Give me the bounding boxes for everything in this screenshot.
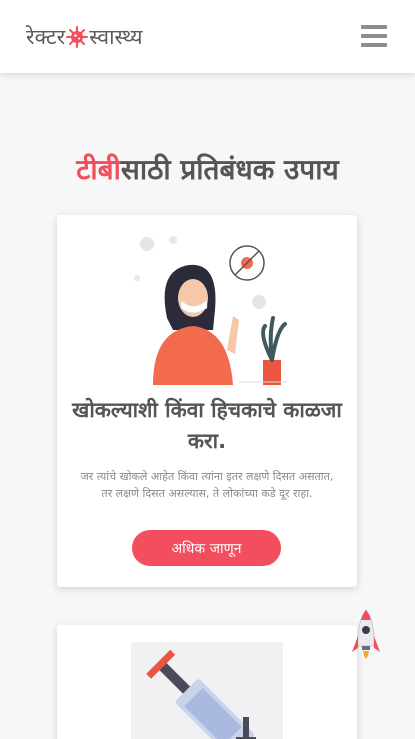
site-header: रेक्टर स्वास्थ्य bbox=[0, 0, 415, 73]
logo-text-part2: स्वास्थ्य bbox=[89, 25, 143, 49]
page-title-rest: साठी प्रतिबंधक उपाय bbox=[120, 153, 339, 186]
card-title: खोकल्याशी किंवा हिचकाचे काळजा करा. bbox=[72, 398, 342, 453]
vaccine-syringe-illustration bbox=[131, 642, 283, 739]
rocket-icon[interactable] bbox=[350, 608, 382, 672]
page-title-accent: टीबी bbox=[76, 153, 121, 186]
logo-text-part1: रेक्टर bbox=[26, 25, 66, 49]
learn-more-button[interactable]: अधिक जाणून bbox=[132, 530, 281, 566]
woman-with-mask-illustration bbox=[134, 236, 287, 385]
page-title: टीबीसाठी प्रतिबंधक उपाय bbox=[0, 150, 415, 188]
prevention-card: खोकल्याशी किंवा हिचकाचे काळजा करा. जर त्… bbox=[57, 215, 357, 587]
logo[interactable]: रेक्टर स्वास्थ्य bbox=[26, 21, 143, 53]
card-description: जर त्यांचे खोकले आहेत किंवा त्यांना इतर … bbox=[80, 470, 334, 500]
vaccine-card bbox=[57, 625, 357, 739]
virus-icon bbox=[66, 26, 89, 48]
hamburger-menu-icon[interactable] bbox=[361, 25, 387, 47]
